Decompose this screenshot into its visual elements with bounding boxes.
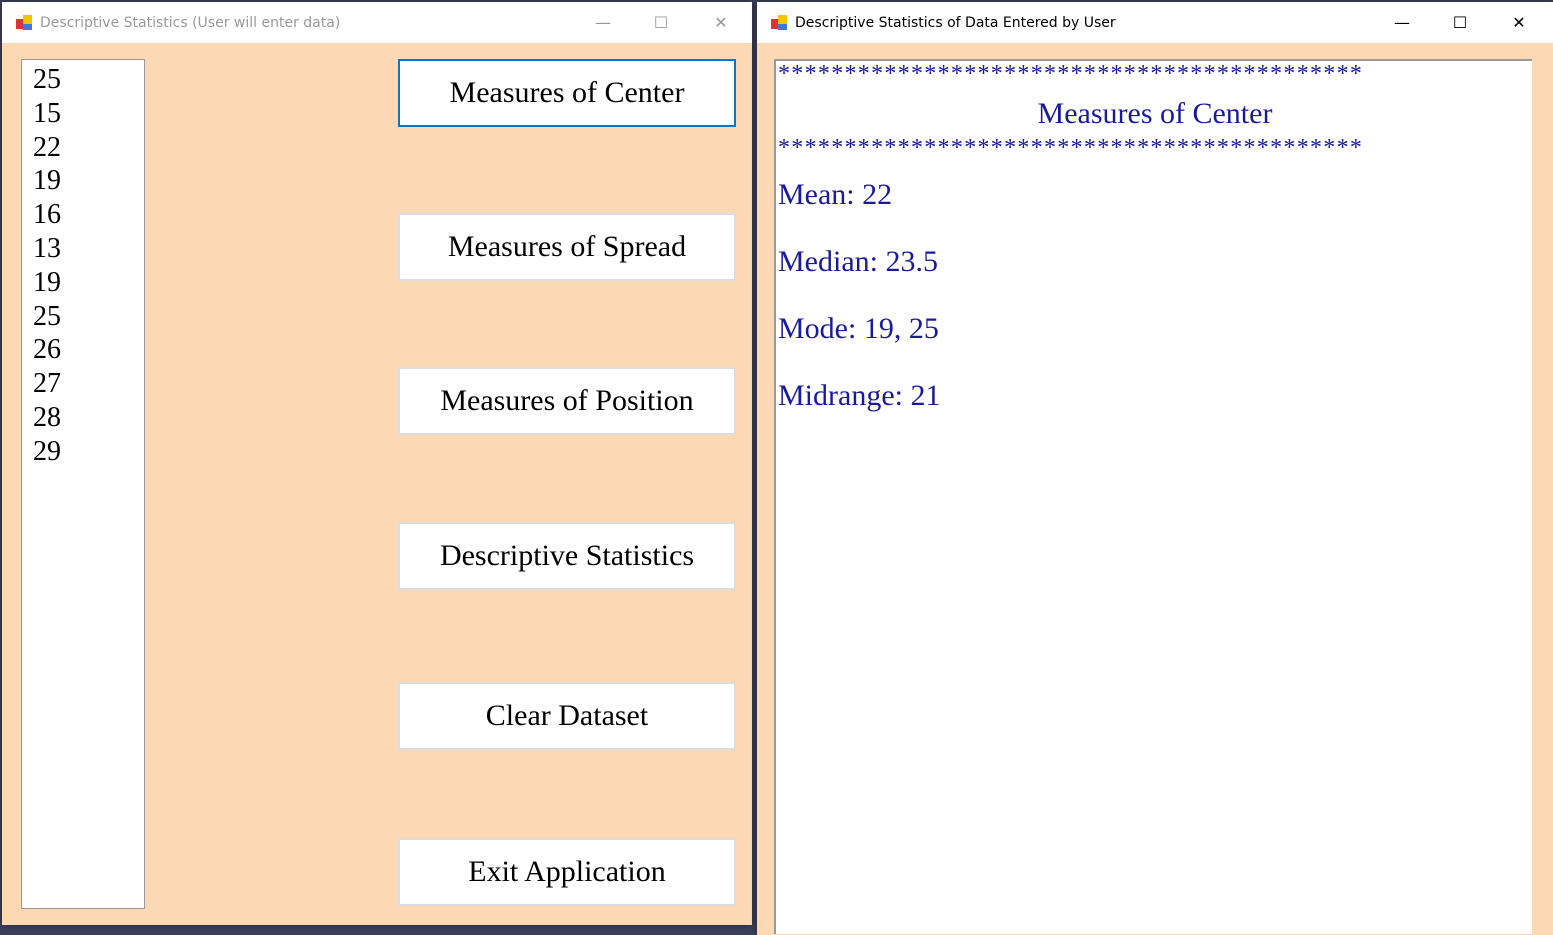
measures-of-center-button[interactable]: Measures of Center	[398, 59, 736, 127]
maximize-icon[interactable]: ☐	[1431, 2, 1489, 43]
measures-of-position-button[interactable]: Measures of Position	[398, 367, 736, 435]
list-item[interactable]: 28	[33, 401, 144, 435]
window-title: Descriptive Statistics (User will enter …	[40, 14, 341, 31]
list-item[interactable]: 27	[33, 367, 144, 401]
list-item[interactable]: 19	[33, 266, 144, 300]
stars-divider: ****************************************…	[778, 135, 1364, 161]
maximize-icon[interactable]: ☐	[632, 2, 690, 43]
app-icon	[16, 14, 32, 31]
minimize-icon[interactable]: —	[574, 2, 632, 43]
clear-dataset-button[interactable]: Clear Dataset	[398, 682, 736, 750]
descriptive-statistics-button[interactable]: Descriptive Statistics	[398, 522, 736, 590]
stars-divider: ****************************************…	[778, 61, 1364, 87]
measures-of-spread-button[interactable]: Measures of Spread	[398, 213, 736, 281]
app-icon	[771, 14, 787, 31]
list-item[interactable]: 19	[33, 164, 144, 198]
list-item[interactable]: 26	[33, 333, 144, 367]
mean-line: Mean: 22	[778, 178, 893, 211]
median-line: Median: 23.5	[778, 245, 938, 278]
results-heading: Measures of Center	[1037, 97, 1273, 130]
output-window: Descriptive Statistics of Data Entered b…	[757, 2, 1553, 935]
results-textbox[interactable]: ****************************************…	[774, 59, 1532, 934]
exit-application-button[interactable]: Exit Application	[398, 838, 736, 906]
data-listbox[interactable]: 25 15 22 19 16 13 19 25 26 27 28 29	[21, 59, 145, 909]
list-item[interactable]: 13	[33, 232, 144, 266]
window-title: Descriptive Statistics of Data Entered b…	[795, 14, 1116, 31]
list-item[interactable]: 25	[33, 300, 144, 334]
list-item[interactable]: 22	[33, 131, 144, 165]
close-icon[interactable]: ✕	[1490, 2, 1548, 43]
midrange-line: Midrange: 21	[778, 379, 941, 412]
input-window: Descriptive Statistics (User will enter …	[2, 2, 752, 925]
list-item[interactable]: 29	[33, 435, 144, 469]
title-bar[interactable]: Descriptive Statistics of Data Entered b…	[757, 2, 1553, 43]
list-item[interactable]: 15	[33, 97, 144, 131]
minimize-icon[interactable]: —	[1373, 2, 1431, 43]
mode-line: Mode: 19, 25	[778, 312, 939, 345]
close-icon[interactable]: ✕	[692, 2, 750, 43]
list-item[interactable]: 25	[33, 63, 144, 97]
list-item[interactable]: 16	[33, 198, 144, 232]
title-bar[interactable]: Descriptive Statistics (User will enter …	[2, 2, 752, 43]
